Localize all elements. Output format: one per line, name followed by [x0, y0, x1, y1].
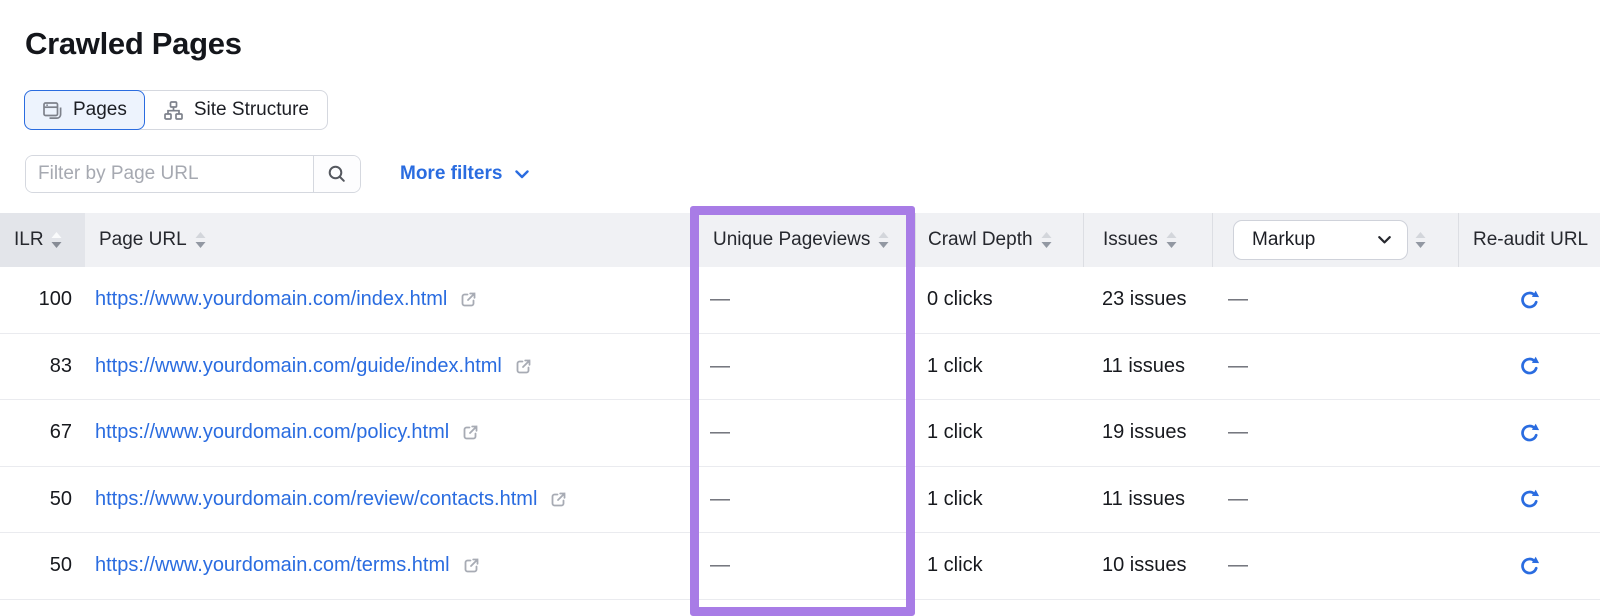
sort-arrows-icon[interactable] — [195, 232, 206, 248]
open-url-button[interactable] — [548, 489, 569, 510]
column-label-reaudit: Re-audit URL — [1473, 229, 1588, 251]
markup-dropdown[interactable]: Markup — [1233, 220, 1408, 260]
crawl-depth-value: 1 click — [915, 533, 1083, 599]
ilr-value: 67 — [0, 400, 85, 466]
issues-value: 19 issues — [1083, 400, 1212, 466]
more-filters-label: More filters — [400, 163, 502, 185]
refresh-icon — [1518, 555, 1540, 577]
column-label-unique-pageviews: Unique Pageviews — [713, 229, 870, 251]
crawl-depth-value: 1 click — [915, 400, 1083, 466]
sort-arrows-icon[interactable] — [1415, 232, 1426, 248]
issues-value: 10 issues — [1083, 533, 1212, 599]
crawl-depth-value: 1 click — [915, 334, 1083, 400]
issues-value: 11 issues — [1083, 334, 1212, 400]
column-header-reaudit: Re-audit URL — [1458, 213, 1600, 267]
refresh-icon — [1518, 289, 1540, 311]
chevron-down-icon — [1378, 236, 1391, 244]
page-url-link[interactable]: https://www.yourdomain.com/policy.html — [95, 421, 449, 444]
site-structure-icon — [163, 100, 184, 121]
crawl-depth-value: 0 clicks — [915, 267, 1083, 333]
column-label-issues: Issues — [1103, 229, 1158, 251]
sort-arrows-icon[interactable] — [51, 232, 62, 248]
column-label-crawl-depth: Crawl Depth — [928, 229, 1033, 251]
table-row: 50 https://www.yourdomain.com/review/con… — [0, 467, 1600, 534]
external-link-icon — [515, 358, 532, 375]
refresh-icon — [1518, 488, 1540, 510]
page-url-link[interactable]: https://www.yourdomain.com/review/contac… — [95, 488, 537, 511]
crawled-pages-screen: Crawled Pages Pages Site Structure — [0, 0, 1600, 604]
reaudit-button[interactable] — [1516, 553, 1542, 579]
refresh-icon — [1518, 355, 1540, 377]
tab-pages[interactable]: Pages — [24, 90, 145, 130]
column-label-ilr: ILR — [14, 229, 44, 251]
open-url-button[interactable] — [460, 422, 481, 443]
crawl-depth-value: 1 click — [915, 467, 1083, 533]
tab-site-structure-label: Site Structure — [194, 99, 309, 121]
markup-value: — — [1212, 400, 1458, 466]
page-url-link[interactable]: https://www.yourdomain.com/terms.html — [95, 554, 450, 577]
sort-arrows-icon[interactable] — [1166, 232, 1177, 248]
refresh-icon — [1518, 422, 1540, 444]
page-title: Crawled Pages — [25, 26, 242, 62]
chevron-down-icon — [515, 170, 529, 179]
column-header-crawl-depth[interactable]: Crawl Depth — [915, 213, 1083, 267]
column-label-page-url: Page URL — [99, 229, 187, 251]
external-link-icon — [550, 491, 567, 508]
url-filter — [25, 155, 361, 193]
reaudit-button[interactable] — [1516, 420, 1542, 446]
sort-arrows-icon[interactable] — [1041, 232, 1052, 248]
unique-pageviews-value: — — [690, 334, 915, 400]
tab-site-structure[interactable]: Site Structure — [145, 91, 327, 129]
open-url-button[interactable] — [461, 555, 482, 576]
external-link-icon — [462, 424, 479, 441]
open-url-button[interactable] — [513, 356, 534, 377]
unique-pageviews-value: — — [690, 533, 915, 599]
ilr-value: 83 — [0, 334, 85, 400]
column-header-markup: Markup — [1212, 213, 1458, 267]
markup-value: — — [1212, 267, 1458, 333]
column-header-issues[interactable]: Issues — [1083, 213, 1212, 267]
page-url-link[interactable]: https://www.yourdomain.com/index.html — [95, 288, 447, 311]
search-button[interactable] — [313, 156, 360, 192]
external-link-icon — [463, 557, 480, 574]
unique-pageviews-value: — — [690, 400, 915, 466]
issues-value: 11 issues — [1083, 467, 1212, 533]
tab-pages-label: Pages — [73, 99, 127, 121]
table-header: ILR Page URL Unique Pageviews Crawl Dept… — [0, 213, 1600, 267]
reaudit-button[interactable] — [1516, 353, 1542, 379]
open-url-button[interactable] — [458, 289, 479, 310]
pages-icon — [42, 100, 63, 121]
markup-value: — — [1212, 533, 1458, 599]
column-header-ilr[interactable]: ILR — [0, 213, 85, 267]
url-filter-input[interactable] — [26, 156, 313, 192]
column-header-unique-pageviews[interactable]: Unique Pageviews — [690, 213, 915, 267]
table-row: 67 https://www.yourdomain.com/policy.htm… — [0, 400, 1600, 467]
table-row: 83 https://www.yourdomain.com/guide/inde… — [0, 334, 1600, 401]
markup-dropdown-value: Markup — [1252, 229, 1315, 251]
markup-value: — — [1212, 467, 1458, 533]
search-icon — [327, 164, 347, 184]
reaudit-button[interactable] — [1516, 486, 1542, 512]
sort-arrows-icon[interactable] — [878, 232, 889, 248]
reaudit-button[interactable] — [1516, 287, 1542, 313]
table-row: 100 https://www.yourdomain.com/index.htm… — [0, 267, 1600, 334]
markup-value: — — [1212, 334, 1458, 400]
issues-value: 23 issues — [1083, 267, 1212, 333]
page-url-link[interactable]: https://www.yourdomain.com/guide/index.h… — [95, 355, 502, 378]
table-body: 100 https://www.yourdomain.com/index.htm… — [0, 267, 1600, 600]
view-toggle: Pages Site Structure — [24, 90, 328, 130]
more-filters-button[interactable]: More filters — [400, 155, 529, 193]
external-link-icon — [460, 291, 477, 308]
unique-pageviews-value: — — [690, 267, 915, 333]
ilr-value: 100 — [0, 267, 85, 333]
ilr-value: 50 — [0, 467, 85, 533]
unique-pageviews-value: — — [690, 467, 915, 533]
column-header-page-url[interactable]: Page URL — [85, 213, 690, 267]
ilr-value: 50 — [0, 533, 85, 599]
table-row: 50 https://www.yourdomain.com/terms.html… — [0, 533, 1600, 600]
